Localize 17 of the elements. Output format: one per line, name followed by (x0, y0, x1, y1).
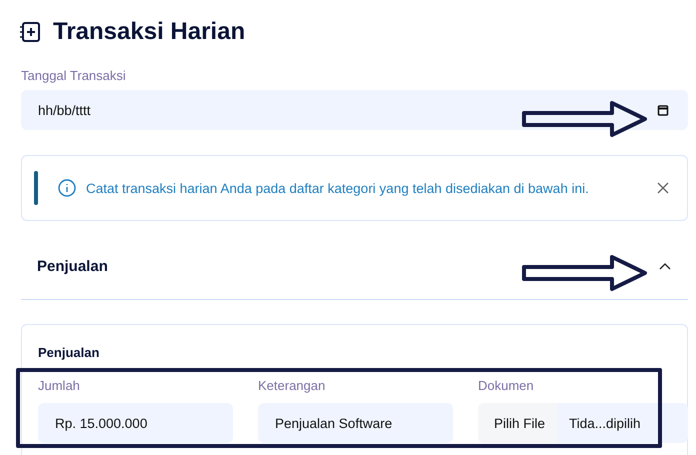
close-icon[interactable] (657, 182, 669, 194)
info-icon (58, 179, 76, 197)
field-label: Keterangan (258, 378, 326, 393)
file-field[interactable]: Pilih File Tida...dipilih (478, 403, 688, 443)
card-title: Penjualan (38, 345, 100, 360)
field-label: Tanggal Transaksi (21, 68, 127, 83)
chevron-icon[interactable] (659, 262, 671, 270)
alert-message: Catat transaksi harian Anda pada daftar kategori yang telah disediakan di bawah ini. (86, 180, 590, 196)
calendar-icon[interactable] (657, 104, 669, 116)
input-field[interactable]: Rp. 15.000.000 (38, 403, 233, 443)
field-label: Dokumen (478, 378, 535, 393)
section-header[interactable]: Penjualan (21, 243, 688, 300)
input-field[interactable]: Penjualan Software (258, 403, 453, 443)
page-title: Transaksi Harian (53, 18, 246, 46)
field-label: Jumlah (38, 378, 81, 393)
date-field[interactable]: hh/bb/tttt (21, 90, 688, 130)
notebook-plus-icon (19, 21, 41, 43)
